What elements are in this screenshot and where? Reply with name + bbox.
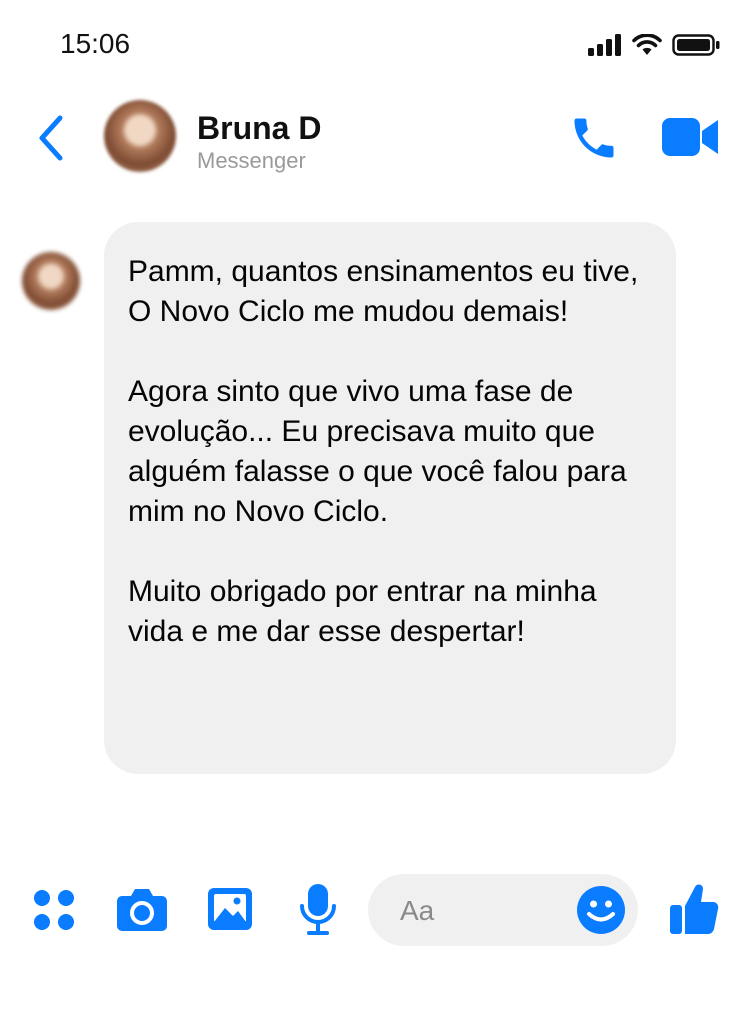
phone-icon xyxy=(574,118,614,158)
message-bubble[interactable]: Pamm, quantos ensinamentos eu tive, O No… xyxy=(104,222,676,774)
contact-name[interactable]: Bruna D xyxy=(197,110,321,147)
status-time: 15:06 xyxy=(60,28,131,59)
wifi-icon xyxy=(632,34,662,55)
like-button[interactable] xyxy=(668,882,720,941)
microphone-icon xyxy=(300,884,336,935)
conversation-header: Bruna D Messenger xyxy=(0,90,750,190)
emoji-button[interactable] xyxy=(576,885,626,935)
camera-icon xyxy=(117,889,167,931)
message-composer xyxy=(0,868,750,954)
message-input-field[interactable] xyxy=(368,874,638,946)
status-icons xyxy=(588,34,720,56)
video-call-button[interactable] xyxy=(662,116,720,158)
message-paragraph: Muito obrigado por entrar na minha vida … xyxy=(128,575,597,648)
apps-button[interactable] xyxy=(32,888,76,937)
voice-call-button[interactable] xyxy=(568,112,620,164)
emoji-icon xyxy=(577,886,625,934)
image-icon xyxy=(208,888,252,930)
message-paragraph: Pamm, quantos ensinamentos eu tive, O No… xyxy=(128,255,639,328)
video-camera-icon xyxy=(662,118,718,156)
contact-avatar[interactable] xyxy=(104,100,176,172)
status-bar: 15:06 xyxy=(0,0,750,90)
message-paragraph: Agora sinto que vivo uma fase de evoluçã… xyxy=(128,375,627,528)
apps-icon xyxy=(34,890,74,930)
back-button[interactable] xyxy=(30,110,74,166)
signal-icon xyxy=(588,34,621,56)
gallery-button[interactable] xyxy=(206,886,254,937)
message-sender-avatar[interactable] xyxy=(22,252,80,310)
voice-message-button[interactable] xyxy=(298,882,338,941)
chevron-left-icon xyxy=(39,115,63,161)
contact-subtitle: Messenger xyxy=(197,148,306,173)
message-input[interactable] xyxy=(398,890,572,932)
battery-icon xyxy=(672,34,720,56)
thumbs-up-icon xyxy=(670,884,719,934)
camera-button[interactable] xyxy=(116,886,168,937)
